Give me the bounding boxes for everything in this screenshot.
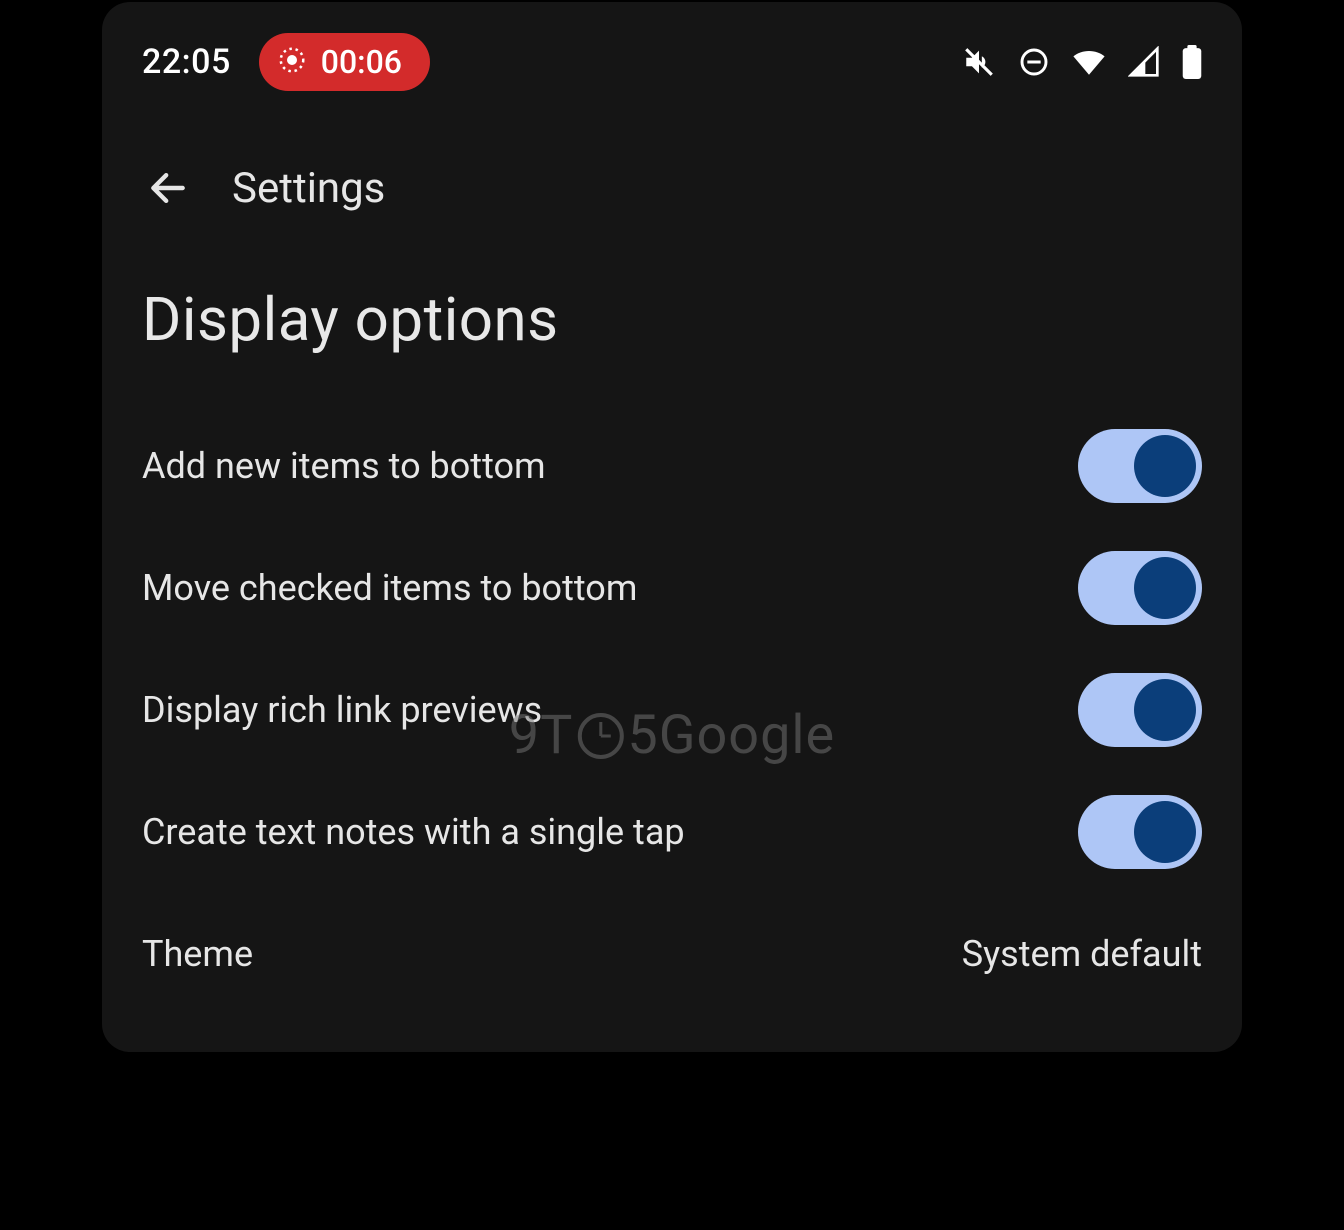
setting-rich-link[interactable]: Display rich link previews [142, 649, 1202, 771]
setting-add-new-items[interactable]: Add new items to bottom [142, 405, 1202, 527]
setting-move-checked[interactable]: Move checked items to bottom [142, 527, 1202, 649]
setting-label: Add new items to bottom [142, 445, 546, 487]
status-clock: 22:05 [142, 42, 231, 82]
status-bar: 22:05 00:06 [102, 2, 1242, 122]
app-bar: Settings [102, 122, 1242, 224]
do-not-disturb-icon [1018, 46, 1050, 78]
setting-label: Move checked items to bottom [142, 567, 637, 609]
toggle-add-new-items[interactable] [1078, 429, 1202, 503]
screen-recording-pill[interactable]: 00:06 [259, 33, 430, 91]
device-frame: 22:05 00:06 [102, 2, 1242, 1052]
record-icon [277, 45, 307, 79]
toggle-rich-link[interactable] [1078, 673, 1202, 747]
recording-duration: 00:06 [321, 43, 402, 81]
back-button[interactable] [142, 162, 194, 214]
wifi-icon [1072, 45, 1106, 79]
setting-label: Create text notes with a single tap [142, 811, 685, 853]
setting-single-tap[interactable]: Create text notes with a single tap [142, 771, 1202, 893]
setting-theme[interactable]: Theme System default [142, 893, 1202, 1015]
status-left: 22:05 00:06 [142, 33, 430, 91]
mute-icon [962, 45, 996, 79]
content: Display options Add new items to bottom … [102, 224, 1242, 1015]
toggle-move-checked[interactable] [1078, 551, 1202, 625]
toggle-single-tap[interactable] [1078, 795, 1202, 869]
cellular-signal-icon [1128, 46, 1160, 78]
page-title: Settings [232, 164, 385, 213]
status-right [962, 45, 1202, 79]
setting-label: Display rich link previews [142, 689, 542, 731]
section-header: Display options [142, 284, 1202, 355]
theme-value: System default [962, 933, 1202, 975]
arrow-back-icon [146, 166, 190, 210]
battery-icon [1182, 45, 1202, 79]
setting-label: Theme [142, 933, 253, 975]
